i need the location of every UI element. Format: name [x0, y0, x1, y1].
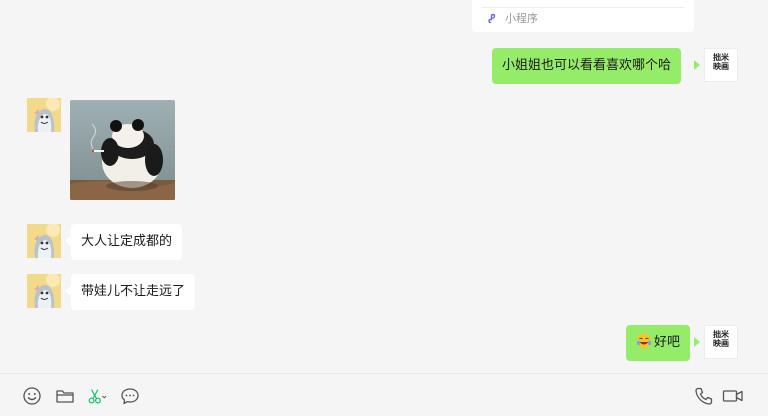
mini-program-label: 小程序 [505, 12, 538, 25]
message-bubble-self[interactable]: 小姐姐也可以看看喜欢哪个哈 [492, 48, 682, 84]
avatar-self[interactable]: 拙米 映画 [704, 325, 738, 359]
folder-icon[interactable] [55, 386, 75, 406]
avatar-self[interactable]: 拙米 映画 [704, 48, 738, 82]
avatar-other[interactable] [27, 98, 61, 132]
video-call-icon[interactable] [722, 386, 744, 406]
emoji-icon[interactable] [22, 386, 42, 406]
avatar-logo-text: 拙米 映画 [713, 52, 729, 71]
card-divider [482, 7, 684, 8]
avatar-other[interactable] [27, 274, 61, 308]
bubble-tail [694, 60, 700, 70]
message-bubble-self[interactable]: 好吧 [626, 325, 691, 361]
input-toolbar [0, 373, 768, 416]
phone-icon[interactable] [694, 386, 714, 406]
avatar-cartoon-image [27, 224, 61, 258]
avatar-cartoon-image [27, 98, 61, 132]
message-text: 带娃儿不让走远了 [81, 284, 186, 299]
avatar-logo-text: 拙米 映画 [713, 329, 729, 348]
laughing-emoji-icon [636, 333, 652, 349]
message-bubble-other[interactable]: 带娃儿不让走远了 [71, 274, 196, 310]
mini-program-link-icon [488, 13, 496, 24]
message-text: 小姐姐也可以看看喜欢哪个哈 [502, 58, 672, 73]
avatar-other[interactable] [27, 224, 61, 258]
panda-sticker [70, 100, 175, 200]
message-text: 好吧 [654, 335, 681, 350]
mini-program-card[interactable]: 小程序 [472, 0, 694, 32]
panda-sticker-image[interactable] [70, 100, 175, 200]
avatar-cartoon-image [27, 274, 61, 308]
message-bubble-other[interactable]: 大人让定成都的 [71, 224, 183, 260]
scissors-icon[interactable] [87, 386, 107, 406]
message-text: 大人让定成都的 [81, 234, 173, 249]
bubble-tail [694, 337, 700, 347]
chat-history-icon[interactable] [120, 386, 140, 406]
